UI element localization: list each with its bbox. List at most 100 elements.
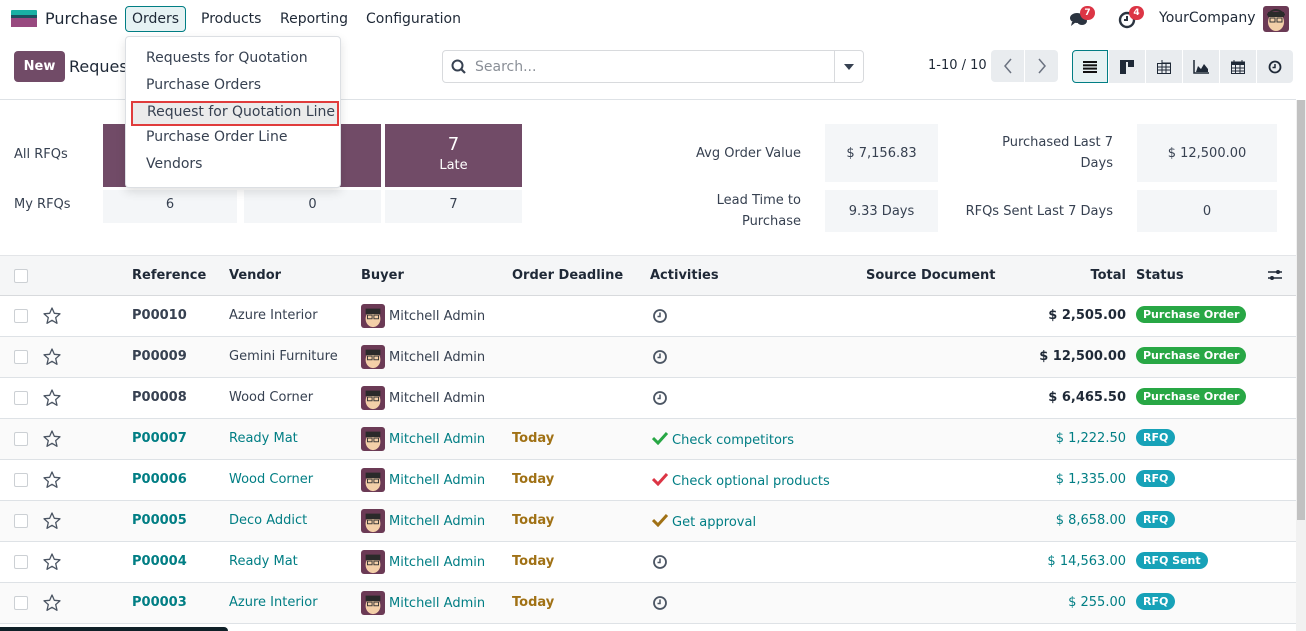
row-checkbox[interactable] <box>14 309 28 323</box>
calendar-view-button[interactable] <box>1220 50 1256 83</box>
favorite-star-icon[interactable] <box>42 511 62 531</box>
column-header-source-document[interactable]: Source Document <box>866 268 996 283</box>
column-header-activities[interactable]: Activities <box>650 268 719 283</box>
status-badge: Purchase Order <box>1136 306 1247 323</box>
favorite-star-icon[interactable] <box>42 429 62 449</box>
table-row[interactable]: P00008 Wood Corner Mitchell Admin $ 6,46… <box>0 378 1296 419</box>
my-rfq-card-1[interactable]: 6 <box>103 190 237 223</box>
activity-cell[interactable] <box>652 349 672 369</box>
menu-configuration[interactable]: Configuration <box>359 6 468 32</box>
purchase-app-icon[interactable] <box>11 10 37 27</box>
column-header-vendor[interactable]: Vendor <box>229 268 281 283</box>
list-icon <box>1083 60 1097 73</box>
favorite-star-icon[interactable] <box>42 306 62 326</box>
status-badge: RFQ <box>1136 470 1176 487</box>
table-row[interactable]: P00009 Gemini Furniture Mitchell Admin $… <box>0 337 1296 378</box>
favorite-star-icon[interactable] <box>42 593 62 613</box>
table-row[interactable]: P00004 Ready Mat Mitchell Admin Today $ … <box>0 542 1296 583</box>
reference-cell: P00008 <box>132 390 187 405</box>
row-checkbox[interactable] <box>14 432 28 446</box>
vendor-cell: Ready Mat <box>229 554 298 569</box>
menu-reporting[interactable]: Reporting <box>273 6 355 32</box>
activity-view-button[interactable] <box>1257 50 1293 83</box>
favorite-star-icon[interactable] <box>42 552 62 572</box>
menu-item-requests-for-quotation[interactable]: Requests for Quotation <box>126 47 340 74</box>
activities-button[interactable]: 4 <box>1117 6 1144 30</box>
list-view-button[interactable] <box>1072 50 1108 83</box>
scrollbar-thumb[interactable] <box>1297 100 1305 520</box>
total-cell: $ 14,563.00 <box>1047 554 1126 569</box>
pager-previous-button[interactable] <box>991 50 1024 82</box>
row-checkbox[interactable] <box>14 391 28 405</box>
row-checkbox[interactable] <box>14 473 28 487</box>
row-checkbox[interactable] <box>14 514 28 528</box>
activity-cell[interactable] <box>652 390 672 410</box>
table-row[interactable]: P00006 Wood Corner Mitchell Admin Today … <box>0 460 1296 501</box>
reference-cell: P00010 <box>132 308 187 323</box>
menu-item-purchase-order-line[interactable]: Purchase Order Line <box>126 126 340 153</box>
vendor-cell: Gemini Furniture <box>229 349 338 364</box>
vendor-cell: Azure Interior <box>229 595 318 610</box>
clock-icon <box>1268 60 1282 73</box>
kpi-purchased-last-7-days: $ 12,500.00 <box>1137 124 1277 182</box>
vendor-cell: Azure Interior <box>229 308 318 323</box>
chevron-left-icon <box>1003 58 1012 74</box>
app-name[interactable]: Purchase <box>45 9 118 28</box>
reference-cell: P00004 <box>132 554 187 569</box>
my-rfq-card-2[interactable]: 0 <box>244 190 381 223</box>
order-deadline-cell: Today <box>512 595 555 610</box>
messages-button[interactable]: 7 <box>1068 6 1095 30</box>
kanban-view-button[interactable] <box>1109 50 1145 83</box>
company-switcher[interactable]: YourCompany <box>1159 10 1256 26</box>
column-header-total[interactable]: Total <box>1090 268 1126 283</box>
buyer-name: Mitchell Admin <box>389 308 486 324</box>
row-checkbox[interactable] <box>14 596 28 610</box>
activity-cell[interactable]: Check optional products <box>651 472 830 490</box>
late-rfqs-card[interactable]: 7 Late <box>385 124 522 187</box>
column-header-reference[interactable]: Reference <box>132 268 206 283</box>
menu-item-request-for-quotation-line[interactable]: Request for Quotation Line <box>131 101 339 126</box>
column-header-status[interactable]: Status <box>1136 268 1184 283</box>
search-input[interactable] <box>475 51 834 82</box>
activity-cell[interactable] <box>652 595 672 615</box>
optional-columns-toggle[interactable] <box>1268 269 1282 285</box>
table-row[interactable]: P00005 Deco Addict Mitchell Admin Today … <box>0 501 1296 542</box>
user-avatar[interactable] <box>1263 6 1289 32</box>
search-options-toggle[interactable] <box>834 51 863 82</box>
buyer-cell: Mitchell Admin <box>361 591 485 615</box>
select-all-checkbox[interactable] <box>14 269 28 283</box>
menu-products[interactable]: Products <box>194 6 268 32</box>
all-rfqs-label: All RFQs <box>14 147 68 162</box>
status-badge: Purchase Order <box>1136 388 1247 405</box>
table-row[interactable]: P00010 Azure Interior Mitchell Admin $ 2… <box>0 296 1296 337</box>
total-cell: $ 12,500.00 <box>1039 349 1126 364</box>
table-row[interactable]: P00007 Ready Mat Mitchell Admin Today Ch… <box>0 419 1296 460</box>
row-checkbox[interactable] <box>14 350 28 364</box>
favorite-star-icon[interactable] <box>42 347 62 367</box>
reference-cell: P00009 <box>132 349 187 364</box>
favorite-star-icon[interactable] <box>42 388 62 408</box>
menu-orders[interactable]: Orders <box>125 6 187 32</box>
pager-next-button[interactable] <box>1025 50 1058 82</box>
vertical-scrollbar[interactable] <box>1296 100 1306 631</box>
pager-value[interactable]: 1-10 / 10 <box>928 58 987 73</box>
activity-cell[interactable] <box>652 308 672 328</box>
graph-view-button[interactable] <box>1183 50 1219 83</box>
column-header-order-deadline[interactable]: Order Deadline <box>512 268 623 283</box>
activity-cell[interactable]: Get approval <box>651 513 756 531</box>
menu-item-purchase-orders[interactable]: Purchase Orders <box>126 74 340 101</box>
menu-item-vendors[interactable]: Vendors <box>126 153 340 180</box>
activity-cell[interactable] <box>652 554 672 574</box>
buyer-avatar <box>361 427 385 451</box>
table-row[interactable]: P00003 Azure Interior Mitchell Admin Tod… <box>0 583 1296 624</box>
new-button[interactable]: New <box>14 51 65 82</box>
row-checkbox[interactable] <box>14 555 28 569</box>
column-header-buyer[interactable]: Buyer <box>361 268 404 283</box>
my-late-rfq-card[interactable]: 7 <box>385 190 522 223</box>
favorite-star-icon[interactable] <box>42 470 62 490</box>
activity-cell[interactable]: Check competitors <box>651 431 794 449</box>
pivot-view-button[interactable] <box>1146 50 1182 83</box>
status-badge: RFQ <box>1136 593 1176 610</box>
reference-cell: P00005 <box>132 513 187 528</box>
total-cell: $ 255.00 <box>1068 595 1126 610</box>
